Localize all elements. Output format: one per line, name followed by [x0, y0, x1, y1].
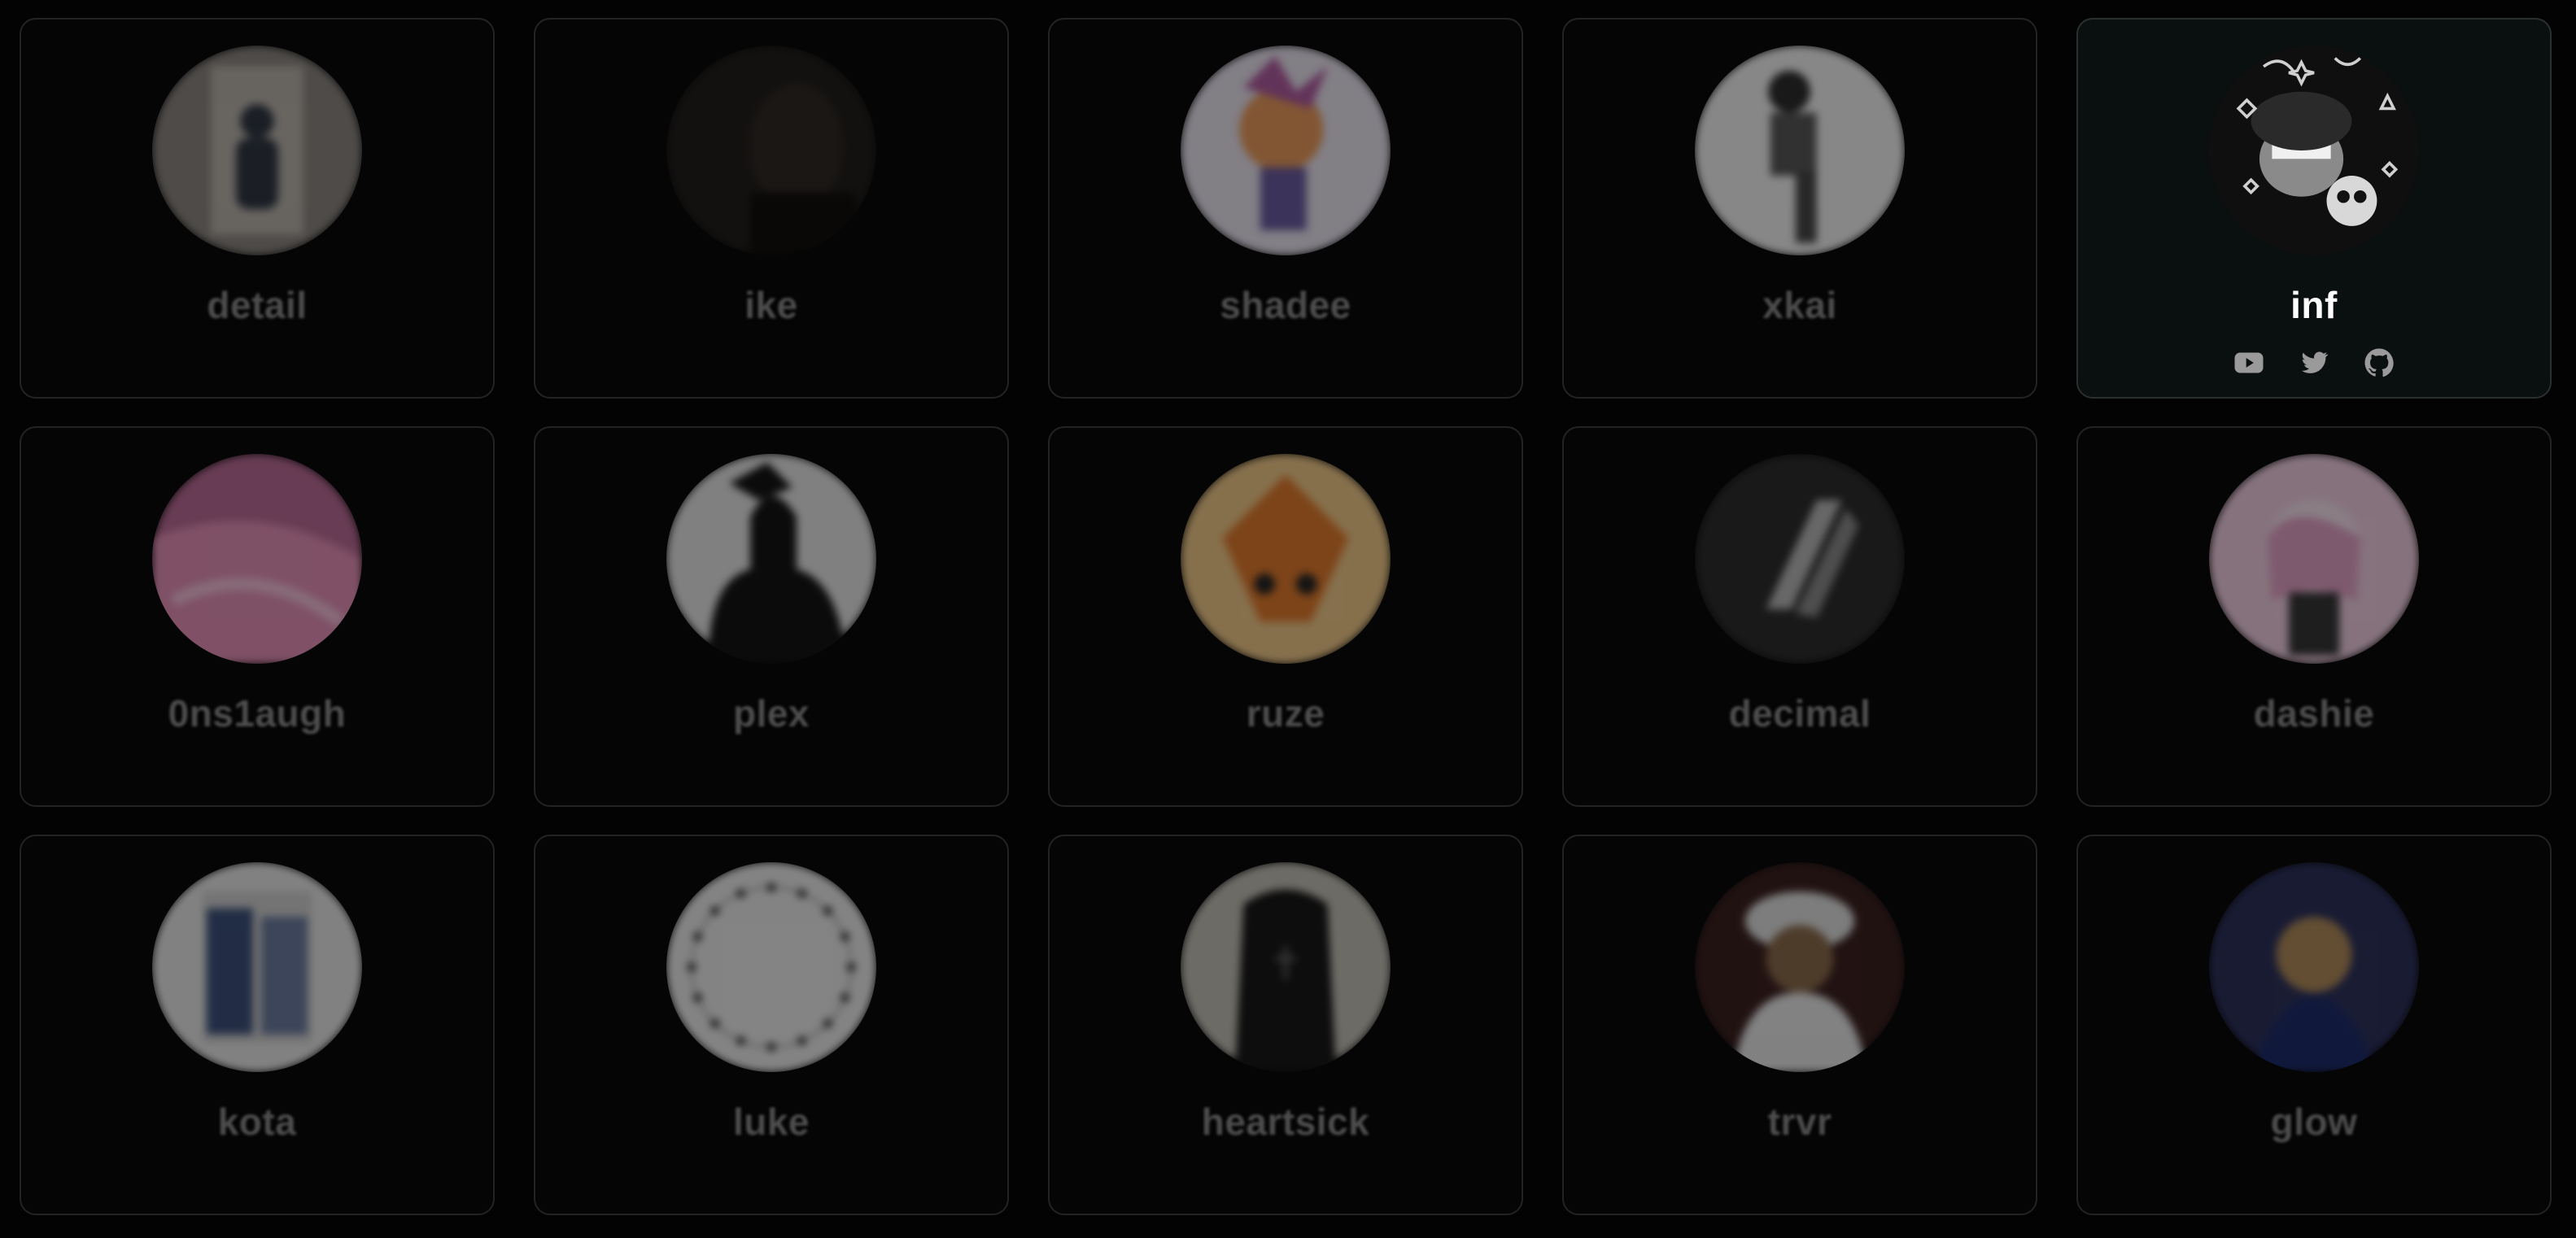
profile-name: xkai: [1762, 284, 1837, 326]
profile-card-plex[interactable]: plex: [534, 426, 1009, 807]
profile-name: plex: [732, 692, 810, 735]
profile-name: detail: [207, 284, 308, 326]
avatar: [1695, 46, 1905, 255]
avatar: [2209, 46, 2419, 255]
avatar: [666, 46, 876, 255]
avatar: [666, 454, 876, 664]
profile-name: heartsick: [1201, 1101, 1370, 1143]
github-icon[interactable]: [2363, 347, 2395, 379]
avatar: [152, 862, 362, 1072]
avatar: [1181, 862, 1391, 1072]
profile-name: trvr: [1767, 1101, 1832, 1143]
profile-name: glow: [2270, 1101, 2358, 1143]
avatar: [2209, 862, 2419, 1072]
profile-name: luke: [732, 1101, 810, 1143]
profile-card-detail[interactable]: detail: [20, 18, 495, 399]
profile-name: shadee: [1220, 284, 1351, 326]
profile-card-xkai[interactable]: xkai: [1562, 18, 2037, 399]
avatar: [152, 46, 362, 255]
avatar: [2209, 454, 2419, 664]
avatar: [666, 862, 876, 1072]
avatar: [152, 454, 362, 664]
profile-card-dashie[interactable]: dashie: [2076, 426, 2552, 807]
avatar: [1695, 862, 1905, 1072]
profile-card-ike[interactable]: ike: [534, 18, 1009, 399]
avatar: [1181, 454, 1391, 664]
profile-grid: detail ike shadee xkai inf 0ns1augh plex ruze de…: [20, 18, 2552, 1215]
profile-card-kota[interactable]: kota: [20, 835, 495, 1215]
social-links: [2078, 347, 2550, 379]
avatar: [1695, 454, 1905, 664]
profile-card-0ns1augh[interactable]: 0ns1augh: [20, 426, 495, 807]
profile-name: ike: [744, 284, 798, 326]
profile-card-heartsick[interactable]: heartsick: [1048, 835, 1523, 1215]
profile-card-shadee[interactable]: shadee: [1048, 18, 1523, 399]
profile-card-luke[interactable]: luke: [534, 835, 1009, 1215]
twitter-icon[interactable]: [2298, 347, 2330, 379]
profile-name: inf: [2290, 284, 2338, 326]
profile-card-inf[interactable]: inf: [2076, 18, 2552, 399]
profile-name: ruze: [1246, 692, 1325, 735]
profile-name: dashie: [2253, 692, 2375, 735]
youtube-icon[interactable]: [2233, 347, 2265, 379]
profile-card-glow[interactable]: glow: [2076, 835, 2552, 1215]
profile-card-ruze[interactable]: ruze: [1048, 426, 1523, 807]
avatar: [1181, 46, 1391, 255]
profile-card-decimal[interactable]: decimal: [1562, 426, 2037, 807]
profile-card-trvr[interactable]: trvr: [1562, 835, 2037, 1215]
profile-name: 0ns1augh: [168, 692, 347, 735]
profile-name: decimal: [1728, 692, 1871, 735]
profile-name: kota: [217, 1101, 297, 1143]
